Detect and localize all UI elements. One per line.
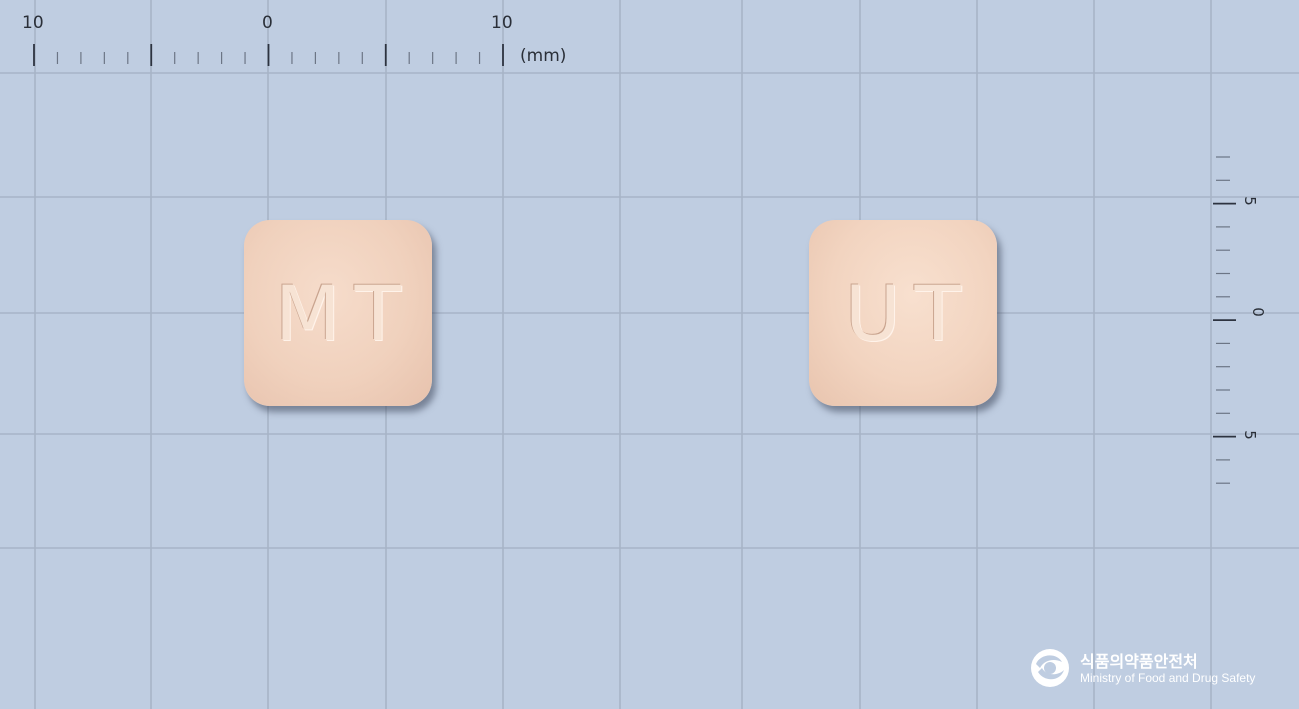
pill-imprint-front: MT	[275, 268, 415, 358]
ruler-unit-label: (mm)	[520, 46, 567, 66]
measurement-grid	[0, 0, 1299, 709]
ruler-top-label-right: 10	[491, 13, 513, 33]
pill-front: MT	[244, 220, 432, 406]
pill-back: UT	[809, 220, 997, 406]
ruler-top-label-left: 10	[22, 13, 44, 33]
ruler-right-label-bottom: 5	[1240, 430, 1259, 440]
pill-photo: 10 0 10 (mm) 5 0 5 MT UT 식품의약품안전처 Minist…	[0, 0, 1299, 709]
ruler-top-label-center: 0	[262, 13, 273, 33]
pill-imprint-back: UT	[844, 268, 976, 358]
ministry-logo: 식품의약품안전처 Ministry of Food and Drug Safet…	[1030, 648, 1270, 692]
ruler-right-label-top: 5	[1240, 196, 1259, 206]
ministry-name-english: Ministry of Food and Drug Safety	[1080, 671, 1256, 685]
ministry-name-korean: 식품의약품안전처	[1080, 652, 1198, 671]
ruler-right-label-center: 0	[1248, 307, 1267, 317]
taegeuk-logo-icon	[1031, 649, 1069, 687]
